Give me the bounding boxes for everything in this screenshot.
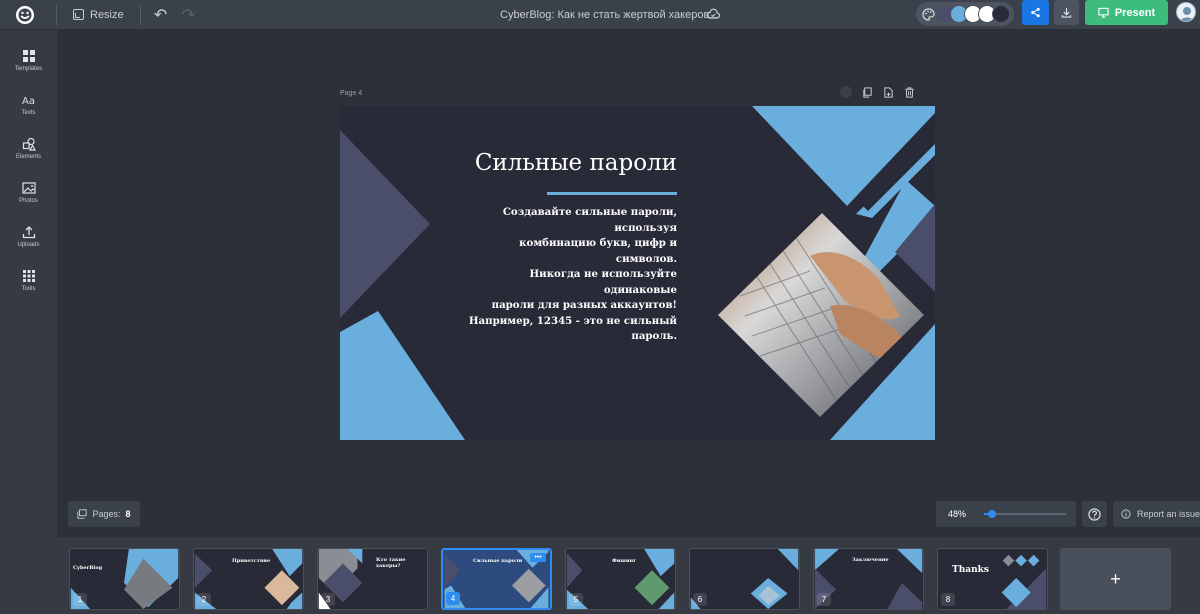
sidebar-item-label: Templates [14,65,43,72]
thumbnail-number: 4 [446,592,460,605]
download-icon [1061,7,1072,18]
page-tools [840,86,915,98]
help-button[interactable] [1082,501,1107,527]
divider [56,4,57,25]
sidebar-item-templates[interactable]: Templates [0,38,57,82]
thumbnail-title: Заключение [852,557,889,563]
body-line: комбинацию букв, цифр и символов. [519,237,677,265]
resize-label: Resize [90,8,124,21]
sidebar-item-label: Uploads [17,241,40,248]
page-thumbnail-active[interactable]: Сильные пароли ••• 4 [441,548,552,610]
download-button[interactable] [1054,0,1079,25]
redo-icon: ↷ [181,6,196,24]
upload-icon [22,225,35,238]
page-thumbnail[interactable]: Кто такие хакеры? 3 [317,548,428,610]
page-thumbnail[interactable]: Приветствие 2 [193,548,304,610]
pages-icon [77,509,88,519]
left-sidebar: Templates Aa Texts Elements Photos Uploa… [0,30,57,614]
thumbnail-number: 8 [941,593,955,606]
share-button[interactable] [1022,0,1049,25]
pages-button[interactable]: Pages: 8 [68,501,140,527]
pages-count: 8 [125,509,131,519]
slide-canvas[interactable]: Сильные пароли Создавайте сильные пароли… [340,106,935,440]
body-line: Например, 12345 - это не сильный [468,314,677,327]
sidebar-item-label: Photos [19,197,38,204]
present-label: Present [1114,6,1156,19]
duplicate-page-icon[interactable] [861,86,873,98]
add-page-button[interactable]: + [1060,548,1171,610]
user-avatar[interactable] [1176,2,1196,22]
body-line: пароли для разных аккаунтов! [491,299,677,311]
thumbnail-number: 2 [197,593,211,606]
top-toolbar: Resize ↶ ↷ CyberBlog: Как не стать жертв… [0,0,1200,30]
more-options-icon[interactable]: ••• [530,553,546,562]
sidebar-item-label: Tools [21,285,36,292]
theme-color-swatch[interactable] [992,5,1010,23]
zoom-value: 48% [948,509,967,519]
templates-icon [22,49,35,62]
thumbnail-number: 3 [321,593,335,606]
cloud-saved-icon [706,8,720,19]
page-thumbnail[interactable]: CyberBlog 1 [69,548,180,610]
document-title[interactable]: CyberBlog: Как не стать жертвой хакеров.… [500,0,718,30]
thumbnail-title: Сильные пароли [473,558,523,564]
thumbnail-number: 1 [73,593,87,606]
thumbnail-number: 6 [693,593,707,606]
info-icon [1121,509,1131,519]
sidebar-item-elements[interactable]: Elements [0,126,57,170]
sidebar-item-uploads[interactable]: Uploads [0,214,57,258]
sidebar-item-tools[interactable]: Tools [0,258,57,302]
slide-body-text[interactable]: Создавайте сильные пароли, используя ком… [456,205,677,345]
text-icon: Aa [22,96,35,107]
page-thumbnail[interactable]: Thanks 8 [937,548,1048,610]
page-color-icon[interactable] [840,86,852,98]
report-label: Report an issue [1136,509,1200,519]
resize-icon [73,9,84,20]
thumbnail-number: 7 [817,593,831,606]
thumbnail-title: Кто такие хакеры? [376,557,406,569]
divider [139,4,141,25]
redo-button[interactable]: ↷ [175,0,203,30]
tools-icon [22,269,35,282]
sidebar-item-photos[interactable]: Photos [0,170,57,214]
page-thumbnails: CyberBlog 1 Приветствие 2 Кто такие хаке… [57,537,1200,614]
present-button[interactable]: Present [1085,0,1168,25]
pages-label: Pages: [92,509,121,519]
thumbnail-title: Приветствие [232,558,271,564]
report-issue-button[interactable]: Report an issue [1113,501,1200,527]
theme-colors-picker[interactable] [916,2,1014,26]
resize-button[interactable]: Resize [63,0,134,30]
thumbnail-title: Фишинг [612,558,637,564]
palette-icon [920,6,936,22]
app-logo-icon[interactable] [0,0,50,30]
elements-icon [22,137,36,151]
undo-button[interactable]: ↶ [147,0,175,30]
body-line: Создавайте сильные пароли, используя [502,206,677,234]
undo-icon: ↶ [153,6,168,24]
page-thumbnail[interactable]: 6 [689,548,800,610]
delete-page-icon[interactable] [903,86,915,98]
zoom-slider-track[interactable] [984,513,1066,515]
thumbnail-title: CyberBlog [73,565,103,571]
title-underline [547,192,677,195]
thumbnail-title: Thanks [952,565,989,575]
zoom-control: 48% [936,501,1076,527]
help-icon [1088,507,1101,521]
thumbnail-number: 5 [569,593,583,606]
sidebar-item-label: Texts [21,109,36,116]
photo-icon [21,181,36,194]
zoom-slider-handle[interactable] [988,510,997,518]
share-icon [1031,7,1040,18]
page-thumbnail[interactable]: Фишинг 5 [565,548,676,610]
sidebar-item-texts[interactable]: Aa Texts [0,82,57,126]
slide-title[interactable]: Сильные пароли [475,150,677,176]
body-line: пароль. [631,330,677,342]
present-icon [1098,7,1109,18]
svg-text:Aa: Aa [22,96,35,107]
sidebar-item-label: Elements [15,153,41,160]
add-page-icon[interactable] [882,86,894,98]
body-line: Никогда не используйте одинаковые [529,268,677,296]
page-thumbnail[interactable]: Заключение 7 [813,548,924,610]
page-label: Page 4 [340,90,363,97]
